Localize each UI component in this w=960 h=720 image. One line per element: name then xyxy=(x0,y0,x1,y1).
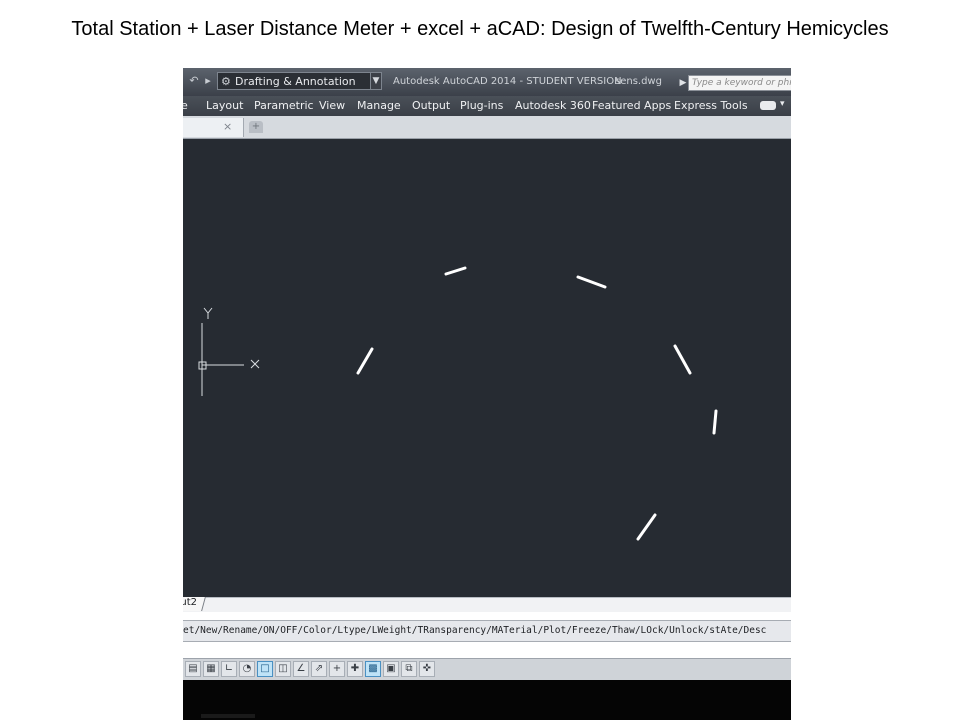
tab-featured-apps[interactable]: Featured Apps xyxy=(592,99,671,112)
slide-title: Total Station + Laser Distance Meter + e… xyxy=(71,18,889,40)
separator xyxy=(183,642,791,658)
annotation-monitor-icon[interactable]: ✜ xyxy=(419,661,435,677)
tab-layout2[interactable]: ut2 xyxy=(183,597,206,611)
undo-arrow-icon[interactable]: ↶ xyxy=(187,74,201,88)
drawing-canvas[interactable] xyxy=(183,139,791,597)
hemicycle-segment xyxy=(673,344,692,375)
ucs-icon xyxy=(198,307,260,396)
tab-manage[interactable]: Manage xyxy=(357,99,401,112)
workspace-select[interactable]: ⚙ Drafting & Annotation xyxy=(217,72,371,90)
workspace-label: Drafting & Annotation xyxy=(235,75,356,88)
object-tracking-icon[interactable]: ∠ xyxy=(293,661,309,677)
hemicycle-segment xyxy=(576,275,607,289)
status-bar: ▤ ▦ ∟ ◔ □ ◫ ∠ ⇗ + ✚ ▩ ▣ ⧉ ✜ xyxy=(183,658,791,681)
layout-tab-bar: ut2 xyxy=(183,597,791,612)
tab-home[interactable]: e xyxy=(183,99,188,112)
command-line[interactable]: et/New/Rename/ON/OFF/Color/Ltype/LWeight… xyxy=(183,620,791,642)
tab-express-tools[interactable]: Express Tools xyxy=(674,99,748,112)
search-input[interactable]: Type a keyword or phrase xyxy=(688,75,791,91)
document-tab-strip: × + xyxy=(183,116,791,139)
tab-plug-ins[interactable]: Plug-ins xyxy=(460,99,503,112)
ribbon-tabs: e Layout Parametric View Manage Output P… xyxy=(183,96,791,116)
title-bar: ↶ ▸ ⚙ Drafting & Annotation ▼ Autodesk A… xyxy=(183,68,791,96)
close-icon[interactable]: × xyxy=(223,120,232,133)
gear-icon: ⚙ xyxy=(221,75,231,88)
hemicycle-segment xyxy=(712,409,718,435)
tab-layout[interactable]: Layout xyxy=(206,99,243,112)
ortho-icon[interactable]: ∟ xyxy=(221,661,237,677)
hemicycle-segments xyxy=(356,266,718,541)
file-name: sens.dwg xyxy=(615,76,662,87)
tab-view[interactable]: View xyxy=(319,99,345,112)
polar-icon[interactable]: ◔ xyxy=(239,661,255,677)
chevron-down-icon[interactable]: ▼ xyxy=(370,72,382,90)
hemicycle-segment xyxy=(636,513,657,541)
taskbar-item xyxy=(201,714,255,718)
search-expand-icon[interactable]: ▶ xyxy=(678,76,688,90)
3d-osnap-icon[interactable]: ◫ xyxy=(275,661,291,677)
layout-tab-label: ut2 xyxy=(183,597,198,608)
tab-autodesk-360[interactable]: Autodesk 360 xyxy=(515,99,591,112)
separator xyxy=(183,612,791,620)
grid-icon[interactable]: ▦ xyxy=(203,661,219,677)
document-tab[interactable]: × xyxy=(183,118,244,137)
drawing-svg xyxy=(198,266,718,541)
hemicycle-segment xyxy=(444,266,467,276)
dynamic-ucs-icon[interactable]: ⇗ xyxy=(311,661,327,677)
dynamic-input-icon[interactable]: + xyxy=(329,661,345,677)
redo-arrow-icon[interactable]: ▸ xyxy=(201,74,215,88)
autocad-window: ↶ ▸ ⚙ Drafting & Annotation ▼ Autodesk A… xyxy=(183,68,791,720)
transparency-icon[interactable]: ▩ xyxy=(365,661,381,677)
selection-cycling-icon[interactable]: ⧉ xyxy=(401,661,417,677)
hemicycle-segment xyxy=(356,347,374,375)
chevron-down-icon[interactable]: ▾ xyxy=(780,99,785,109)
osnap-icon[interactable]: □ xyxy=(257,661,273,677)
quick-properties-icon[interactable]: ▣ xyxy=(383,661,399,677)
command-line-text: et/New/Rename/ON/OFF/Color/Ltype/LWeight… xyxy=(183,625,767,636)
tab-parametric[interactable]: Parametric xyxy=(254,99,314,112)
tab-output[interactable]: Output xyxy=(412,99,450,112)
model-space-icon[interactable]: ▤ xyxy=(185,661,201,677)
app-title: Autodesk AutoCAD 2014 - STUDENT VERSION xyxy=(393,76,622,87)
lineweight-icon[interactable]: ✚ xyxy=(347,661,363,677)
ribbon-toggle-icon[interactable] xyxy=(760,101,776,110)
new-tab-icon[interactable]: + xyxy=(249,121,263,133)
taskbar xyxy=(183,680,791,720)
